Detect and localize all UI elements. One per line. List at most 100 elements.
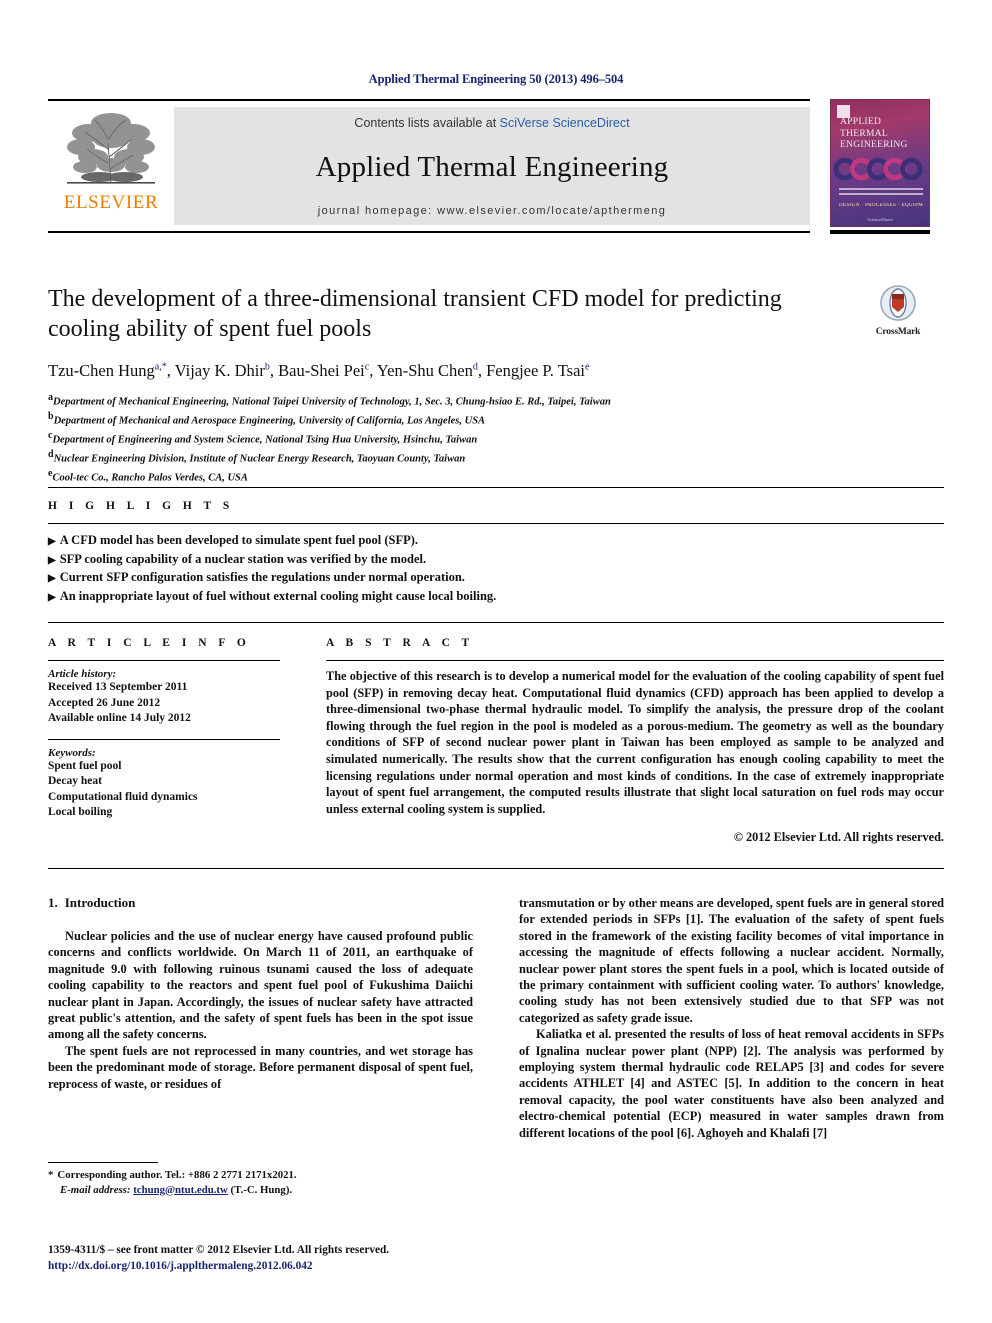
- author-list: Tzu-Chen Hunga,*, Vijay K. Dhirb, Bau-Sh…: [48, 361, 590, 380]
- article-info-column: A R T I C L E I N F O Article history: R…: [48, 637, 280, 845]
- highlights-section: H I G H L I G H T S ▶ A CFD model has bee…: [48, 500, 944, 606]
- author-item: Fengjee P. Tsaie: [486, 361, 589, 380]
- bullet-arrow-icon: ▶: [48, 536, 56, 547]
- cover-keywords: DESIGN · PROCESSES · EQUIPMENT · ECONOMI…: [839, 203, 923, 208]
- author-name: Yen-Shu Chen: [376, 361, 473, 380]
- page-title: The development of a three-dimensional t…: [48, 286, 782, 342]
- section-heading-introduction: 1. Introduction: [48, 895, 473, 911]
- paragraph: Nuclear policies and the use of nuclear …: [48, 929, 473, 1042]
- author-name: Tzu-Chen Hung: [48, 361, 155, 380]
- section-title: Introduction: [64, 895, 136, 910]
- cover-title-line1: APPLIED: [840, 117, 882, 127]
- abstract-column: A B S T R A C T The objective of this re…: [326, 637, 944, 845]
- article-info-heading: A R T I C L E I N F O: [48, 637, 251, 649]
- author-item: Tzu-Chen Hunga,*: [48, 361, 167, 380]
- email-link[interactable]: tchung@ntut.edu.tw: [133, 1184, 228, 1196]
- journal-cover-thumbnail: APPLIED THERMAL ENGINEERING DESIGN · PRO…: [822, 99, 944, 234]
- bullet-arrow-icon: ▶: [48, 573, 56, 584]
- author-name: Fengjee P. Tsai: [486, 361, 585, 380]
- body-column-left: 1. Introduction Nuclear policies and the …: [48, 895, 473, 1141]
- cover-rings-graphic: [833, 157, 923, 181]
- email-label: E-mail address:: [60, 1183, 131, 1196]
- elsevier-logo: ELSEVIER: [48, 101, 174, 231]
- highlight-item: ▶ Current SFP configuration satisfies the…: [48, 569, 944, 588]
- affiliation-item: eCool-tec Co., Rancho Palos Verdes, CA, …: [48, 467, 838, 486]
- bullet-arrow-icon: ▶: [48, 554, 56, 566]
- crossmark-icon: [880, 285, 916, 321]
- footnote-rule: [48, 1162, 158, 1163]
- abstract-heading: A B S T R A C T: [326, 637, 474, 649]
- footnote-star: *: [48, 1169, 54, 1181]
- keywords-label: Keywords:: [48, 746, 96, 759]
- affiliation-item: cDepartment of Engineering and System Sc…: [48, 429, 838, 448]
- highlight-text: A CFD model has been developed to simula…: [59, 533, 419, 547]
- email-suffix: (T.-C. Hung).: [230, 1183, 293, 1196]
- paragraph: Kaliatka et al. presented the results of…: [519, 1027, 944, 1140]
- cover-footer: ScienceDirect: [867, 217, 893, 222]
- author-name: Bau-Shei Pei: [278, 361, 365, 380]
- article-history-item: Received 13 September 2011: [48, 681, 188, 693]
- keyword-item: Spent fuel pool: [48, 759, 122, 772]
- affiliation-item: aDepartment of Mechanical Engineering, N…: [48, 391, 838, 410]
- cover-editor-lines: [839, 188, 923, 198]
- highlight-item: ▶ SFP cooling capability of a nuclear sta…: [48, 551, 944, 570]
- highlights-rule: [48, 523, 944, 524]
- affiliation-item: dNuclear Engineering Division, Institute…: [48, 448, 838, 467]
- colophon: 1359-4311/$ – see front matter © 2012 El…: [48, 1243, 548, 1274]
- affiliation-text: Cool-tec Co., Rancho Palos Verdes, CA, U…: [52, 472, 248, 484]
- highlights-heading: H I G H L I G H T S: [48, 500, 234, 512]
- affiliation-item: bDepartment of Mechanical and Aerospace …: [48, 410, 838, 429]
- article-history-label: Article history:: [48, 668, 117, 680]
- journal-homepage[interactable]: journal homepage: www.elsevier.com/locat…: [318, 205, 667, 217]
- paper-page: Applied Thermal Engineering 50 (2013) 49…: [0, 0, 992, 1323]
- cover-title-line3: ENGINEERING: [840, 140, 908, 150]
- keywords-divider: [48, 738, 280, 740]
- highlight-text: Current SFP configuration satisfies the …: [59, 570, 465, 584]
- cover-title-line2: THERMAL: [840, 128, 889, 139]
- title-block: The development of a three-dimensional t…: [48, 284, 838, 486]
- article-history-item: Accepted 26 June 2012: [48, 696, 161, 709]
- author-marks: b: [264, 361, 270, 373]
- journal-name: Applied Thermal Engineering: [315, 151, 669, 183]
- info-abstract-section: A R T I C L E I N F O Article history: R…: [48, 637, 944, 845]
- journal-cover-image: APPLIED THERMAL ENGINEERING DESIGN · PRO…: [830, 99, 930, 227]
- author-item: Yen-Shu Chend: [377, 361, 478, 380]
- affiliation-text: Department of Engineering and System Sci…: [52, 434, 478, 446]
- author-marks: c: [364, 361, 370, 373]
- contents-prefix: Contents lists available at: [354, 116, 500, 130]
- footnote-corresponding-line: * Corresponding author. Tel.: +886 2 2771…: [48, 1168, 473, 1183]
- paragraph: The spent fuels are not reprocessed in m…: [48, 1043, 473, 1091]
- abstract-text: The objective of this research is to dev…: [326, 669, 944, 816]
- issn-copyright-line: 1359-4311/$ – see front matter © 2012 El…: [48, 1244, 390, 1256]
- footnote-email-line: E-mail address: tchung@ntut.edu.tw (T.-C…: [48, 1183, 473, 1198]
- crossmark-badge[interactable]: CrossMark: [855, 285, 941, 337]
- sciencedirect-link[interactable]: SciVerse ScienceDirect: [500, 116, 630, 130]
- highlight-text: An inappropriate layout of fuel without …: [59, 588, 497, 603]
- doi-link[interactable]: http://dx.doi.org/10.1016/j.applthermale…: [48, 1259, 548, 1275]
- crossmark-label: CrossMark: [875, 327, 921, 337]
- footnote-corresponding-text: Corresponding author. Tel.: +886 2 2771 …: [57, 1169, 297, 1181]
- author-item: Vijay K. Dhirb: [175, 361, 270, 380]
- divider-above-abstract: [48, 622, 944, 623]
- article-info-rule: [48, 660, 280, 661]
- highlight-text: SFP cooling capability of a nuclear stat…: [59, 551, 427, 566]
- affiliation-text: Department of Mechanical Engineering, Na…: [53, 396, 611, 408]
- running-head: Applied Thermal Engineering 50 (2013) 49…: [368, 72, 624, 86]
- paragraph: transmutation or by other means are deve…: [519, 896, 944, 1025]
- body-column-right: transmutation or by other means are deve…: [519, 895, 944, 1141]
- elsevier-tree-icon: [67, 113, 155, 184]
- highlight-item: ▶ A CFD model has been developed to simul…: [48, 532, 944, 551]
- cover-title: APPLIED THERMAL ENGINEERING: [840, 117, 924, 152]
- author-name: Vijay K. Dhir: [174, 361, 265, 380]
- section-number: 1.: [48, 895, 58, 910]
- author-marks: d: [472, 361, 478, 373]
- bullet-arrow-icon: ▶: [48, 591, 56, 603]
- affiliation-text: Nuclear Engineering Division, Institute …: [53, 453, 466, 465]
- article-history-item: Available online 14 July 2012: [48, 712, 191, 724]
- divider-above-highlights: [48, 487, 944, 488]
- author-item: Bau-Shei Peic: [278, 361, 369, 380]
- abstract-rule: [326, 660, 944, 661]
- elsevier-wordmark: ELSEVIER: [63, 192, 159, 213]
- author-marks: e: [585, 361, 590, 373]
- body-columns: 1. Introduction Nuclear policies and the …: [48, 895, 944, 1141]
